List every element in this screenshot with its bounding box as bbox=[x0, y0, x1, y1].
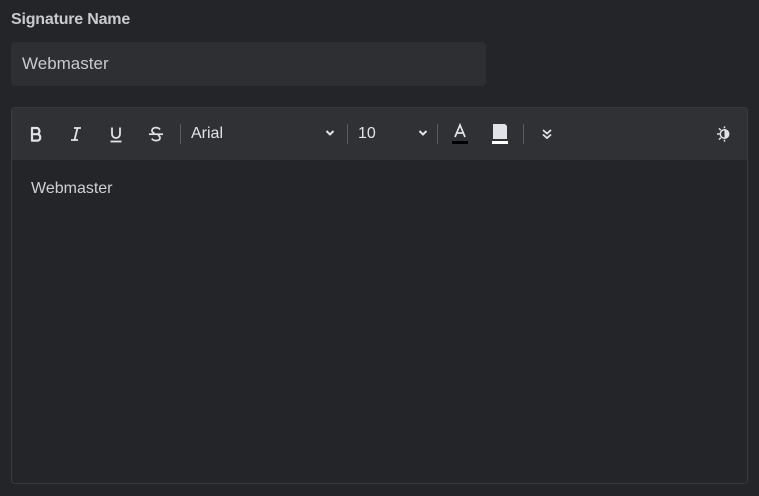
toolbar-separator bbox=[180, 124, 181, 144]
editor-text: Webmaster bbox=[31, 180, 113, 197]
editor-toolbar: Arial 10 bbox=[12, 108, 747, 160]
italic-icon bbox=[71, 127, 81, 141]
bold-button[interactable] bbox=[21, 118, 51, 150]
font-size-select[interactable]: 10 bbox=[358, 118, 428, 150]
highlight-color-icon bbox=[492, 124, 508, 144]
more-options-button[interactable] bbox=[532, 118, 562, 150]
toolbar-separator bbox=[523, 124, 524, 144]
strikethrough-button[interactable] bbox=[141, 118, 171, 150]
theme-toggle-button[interactable] bbox=[708, 118, 738, 150]
toolbar-separator bbox=[347, 124, 348, 144]
font-family-select[interactable]: Arial bbox=[191, 118, 335, 150]
italic-button[interactable] bbox=[61, 118, 91, 150]
text-color-icon bbox=[452, 123, 468, 144]
bold-icon bbox=[30, 126, 42, 142]
more-options-icon bbox=[542, 129, 552, 140]
underline-icon bbox=[110, 127, 122, 142]
text-color-button[interactable] bbox=[445, 118, 475, 150]
theme-toggle-icon bbox=[717, 126, 730, 142]
toolbar-separator bbox=[437, 124, 438, 144]
strikethrough-icon bbox=[149, 126, 163, 142]
chevron-down-icon bbox=[418, 130, 428, 136]
font-family-value: Arial bbox=[191, 125, 224, 142]
underline-button[interactable] bbox=[101, 118, 131, 150]
chevron-down-icon bbox=[325, 130, 335, 136]
signature-editor: Arial 10 Webmaster bbox=[11, 107, 748, 484]
signature-name-input[interactable] bbox=[11, 42, 486, 86]
font-size-value: 10 bbox=[358, 125, 376, 142]
highlight-color-button[interactable] bbox=[485, 118, 515, 150]
editor-content[interactable]: Webmaster bbox=[12, 160, 747, 483]
signature-name-label: Signature Name bbox=[11, 11, 131, 28]
